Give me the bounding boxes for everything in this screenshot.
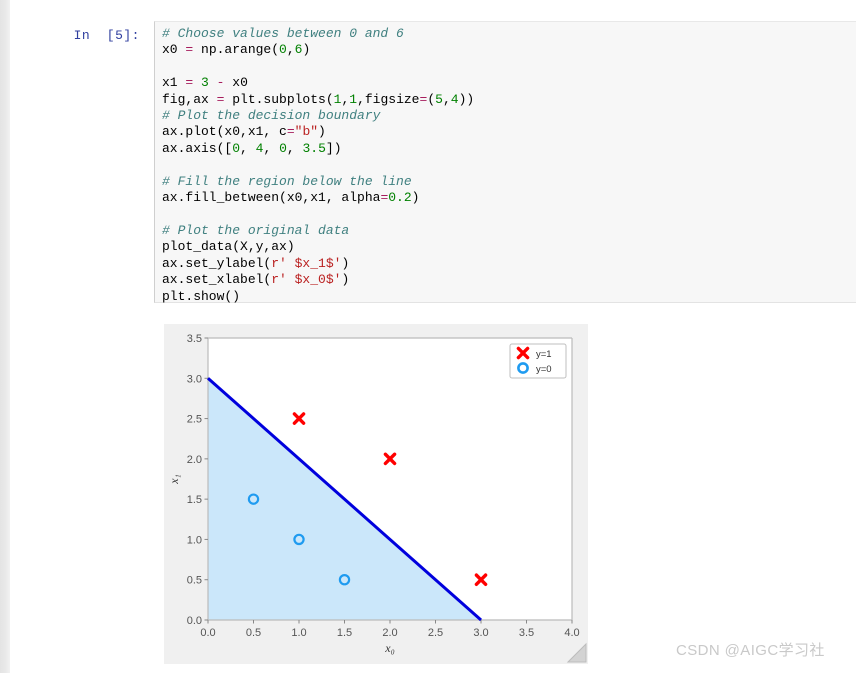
code-token: 0.2 xyxy=(388,190,412,206)
code-token: # Fill the region below the line xyxy=(162,173,412,189)
code-token: , xyxy=(442,91,451,107)
code-token: 3 xyxy=(201,75,209,91)
code-token: 0 xyxy=(279,42,287,58)
code-token: # Plot the original data xyxy=(162,222,350,238)
code-token: 3.5 xyxy=(302,140,326,156)
y-tick-label: 2.5 xyxy=(187,414,202,426)
y-axis-label: x₁ xyxy=(167,474,181,485)
y-tick-label: 1.0 xyxy=(187,534,202,546)
code-token: # Choose values between 0 and 6 xyxy=(162,26,404,41)
notebook-left-gutter xyxy=(0,0,10,673)
code-token: x1 xyxy=(162,75,186,91)
code-token: plot_data(X,y,ax) xyxy=(162,239,295,255)
code-token: x0 xyxy=(162,42,186,58)
y-tick-label: 0.5 xyxy=(187,575,202,587)
code-token: x0 xyxy=(224,75,248,91)
chart-legend: y=1y=0 xyxy=(509,343,567,379)
code-token: ax.set_ylabel( xyxy=(162,255,272,271)
legend-label: y=1 xyxy=(536,349,552,360)
code-token: ]) xyxy=(325,140,342,156)
code-token: fig,ax xyxy=(162,91,217,107)
y-tick-label: 3.5 xyxy=(187,333,202,345)
code-token: plt.subplots( xyxy=(224,91,334,107)
code-token: ) xyxy=(341,255,350,271)
y-tick-label: 1.5 xyxy=(187,494,202,506)
code-token: ax.set_xlabel( xyxy=(162,272,272,288)
code-token: )) xyxy=(458,91,475,107)
code-token: , xyxy=(286,42,295,58)
x-tick-label: 0.0 xyxy=(200,627,215,639)
code-token: r' $x_0$' xyxy=(271,272,342,288)
legend-label: y=0 xyxy=(536,364,552,375)
y-tick-label: 0.0 xyxy=(187,615,202,627)
code-token: ,figsize xyxy=(357,91,420,107)
cell-output-figure: 0.0 0.5 1.0 1.5 2.0 2.5 3.0 3.5 4.0 0.0 0.5 1.0 1.5 2… xyxy=(164,324,588,664)
code-token: 4 xyxy=(450,91,459,107)
code-token: ) xyxy=(318,124,326,140)
x-tick-label: 3.0 xyxy=(473,627,488,639)
notebook-body: In [5]: # Choose values between 0 and 6 … xyxy=(10,0,856,673)
code-token: r' $x_1$' xyxy=(271,255,342,271)
x-tick-label: 1.5 xyxy=(337,627,352,639)
code-token: ) xyxy=(341,272,350,288)
code-token: ( xyxy=(427,91,436,107)
code-token: np.arange( xyxy=(193,42,280,58)
code-token: ax.axis([ xyxy=(162,140,233,156)
code-token: 0 xyxy=(232,140,241,156)
x-axis-label: x₀ xyxy=(384,641,395,655)
x-tick-label: 2.5 xyxy=(428,627,443,639)
code-token: 5 xyxy=(435,91,443,107)
code-token: , xyxy=(240,140,256,156)
code-token: ) xyxy=(302,42,311,58)
code-token: plt.show() xyxy=(162,288,241,304)
code-editor[interactable]: # Choose values between 0 and 6 x0 = np.… xyxy=(154,21,856,305)
code-token: "b" xyxy=(294,124,319,140)
code-token: , xyxy=(263,140,280,156)
y-tick-label: 2.0 xyxy=(187,454,202,466)
code-token: , xyxy=(286,140,303,156)
x-tick-label: 0.5 xyxy=(246,627,261,639)
matplotlib-figure: 0.0 0.5 1.0 1.5 2.0 2.5 3.0 3.5 4.0 0.0 0.5 1.0 1.5 2… xyxy=(164,324,588,664)
code-token: # Plot the decision boundary xyxy=(162,108,381,124)
cell-execution-prompt: In [5]: xyxy=(73,28,140,43)
code-source[interactable]: # Choose values between 0 and 6 x0 = np.… xyxy=(162,26,474,305)
code-token: ) xyxy=(411,190,420,206)
output-resize-handle[interactable] xyxy=(566,642,588,664)
code-token: = xyxy=(286,124,295,140)
code-cell[interactable]: In [5]: # Choose values between 0 and 6 … xyxy=(58,21,856,305)
code-token: ax.plot(x0,x1, c xyxy=(162,124,287,140)
x-tick-label: 4.0 xyxy=(564,627,579,639)
code-token: ax.fill_between(x0,x1, alpha xyxy=(162,190,381,206)
code-token: 1 xyxy=(349,91,358,107)
x-tick-label: 2.0 xyxy=(382,627,397,639)
x-tick-label: 3.5 xyxy=(519,627,534,639)
y-tick-label: 3.0 xyxy=(187,373,202,385)
watermark-text: CSDN @AIGC学习社 xyxy=(676,642,825,659)
code-token: 0 xyxy=(279,140,287,156)
x-tick-label: 1.0 xyxy=(291,627,306,639)
